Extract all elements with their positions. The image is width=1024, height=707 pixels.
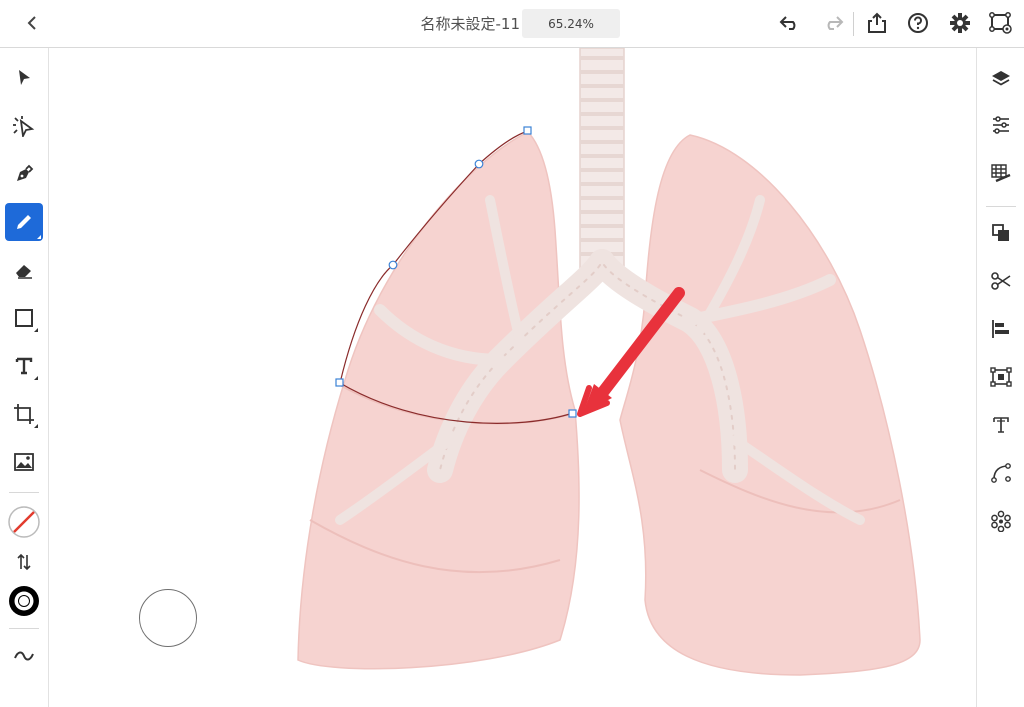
- arrange-panel-button[interactable]: [988, 220, 1014, 246]
- repeat-panel-button[interactable]: [988, 508, 1014, 534]
- swap-arrows-icon: [17, 553, 31, 571]
- pencil-icon: [17, 215, 31, 229]
- toolbar-separator: [986, 206, 1016, 207]
- properties-icon: [993, 116, 1009, 134]
- top-bar: 名称未設定-11 65.24%: [0, 0, 1024, 48]
- image-tool[interactable]: [8, 446, 40, 478]
- right-toolbar: [976, 48, 1024, 707]
- fill-none-swatch-icon: [8, 506, 40, 538]
- select-icon: [19, 70, 30, 85]
- trachea: [579, 48, 625, 269]
- help-icon: [908, 13, 928, 33]
- share-button[interactable]: [864, 10, 890, 36]
- anchor-point[interactable]: [568, 409, 577, 418]
- grid-panel-button[interactable]: [988, 160, 1014, 186]
- repeat-icon: [991, 510, 1011, 532]
- submenu-indicator: [37, 235, 41, 239]
- tilde-icon: [14, 651, 34, 661]
- grid-icon: [991, 164, 1011, 183]
- select-tool[interactable]: [8, 62, 40, 94]
- stroke-swatch[interactable]: [6, 583, 42, 619]
- eraser-icon: [16, 265, 32, 279]
- scissors-icon: [991, 272, 1011, 290]
- smooth-tool[interactable]: [8, 640, 40, 672]
- path-icon: [991, 463, 1011, 483]
- touch-shortcut-circle[interactable]: [139, 589, 197, 647]
- type-panel-button[interactable]: [988, 412, 1014, 438]
- rectangle-tool[interactable]: [8, 302, 40, 334]
- eraser-tool[interactable]: [8, 254, 40, 286]
- direct-select-tool[interactable]: [8, 110, 40, 142]
- crop-icon: [990, 367, 1012, 387]
- undo-icon: [779, 16, 796, 30]
- submenu-indicator: [34, 376, 38, 380]
- left-lung: [619, 134, 921, 676]
- cloud-doc-icon: [989, 12, 1012, 34]
- anchor-point[interactable]: [474, 159, 484, 169]
- chevron-left-icon: [27, 16, 36, 30]
- toolbar-divider: [853, 12, 854, 36]
- fill-swatch[interactable]: [6, 504, 42, 540]
- redo-button[interactable]: [820, 10, 846, 36]
- toolbar-separator: [9, 628, 39, 629]
- undo-button[interactable]: [777, 10, 803, 36]
- document-title[interactable]: 名称未設定-11: [396, 13, 520, 34]
- align-panel-button[interactable]: [988, 316, 1014, 342]
- gear-icon: [950, 13, 970, 33]
- rectangle-icon: [15, 309, 33, 327]
- left-toolbar: [0, 48, 49, 707]
- properties-panel-button[interactable]: [988, 112, 1014, 138]
- settings-button[interactable]: [947, 10, 973, 36]
- toolbar-separator: [9, 492, 39, 493]
- pen-icon: [17, 164, 34, 181]
- path-panel-button[interactable]: [988, 460, 1014, 486]
- help-button[interactable]: [905, 10, 931, 36]
- align-icon: [992, 320, 1009, 338]
- anchor-point[interactable]: [523, 126, 532, 135]
- right-lung: [297, 131, 580, 670]
- direct-select-icon: [13, 116, 35, 137]
- type-icon: [15, 357, 33, 375]
- submenu-indicator: [34, 328, 38, 332]
- arrange-icon: [992, 224, 1009, 241]
- stroke-swatch-icon: [9, 586, 39, 616]
- anchor-point[interactable]: [388, 260, 398, 270]
- place-icon: [14, 404, 34, 424]
- layers-icon: [992, 71, 1010, 86]
- anchor-point[interactable]: [335, 378, 344, 387]
- place-tool[interactable]: [8, 398, 40, 430]
- pencil-tool[interactable]: [5, 203, 43, 241]
- cloud-document-button[interactable]: [988, 10, 1014, 36]
- zoom-level[interactable]: 65.24%: [522, 9, 620, 38]
- layers-panel-button[interactable]: [988, 66, 1014, 92]
- crop-panel-button[interactable]: [988, 364, 1014, 390]
- pen-tool[interactable]: [8, 158, 40, 190]
- type-panel-icon: [993, 417, 1009, 433]
- back-button[interactable]: [20, 10, 46, 36]
- submenu-indicator: [34, 424, 38, 428]
- redo-icon: [827, 16, 844, 30]
- scissors-button[interactable]: [988, 268, 1014, 294]
- type-tool[interactable]: [8, 350, 40, 382]
- swap-fill-stroke-button[interactable]: [8, 546, 40, 578]
- image-icon: [14, 453, 34, 471]
- share-icon: [868, 12, 886, 33]
- artboard-canvas[interactable]: [49, 48, 975, 707]
